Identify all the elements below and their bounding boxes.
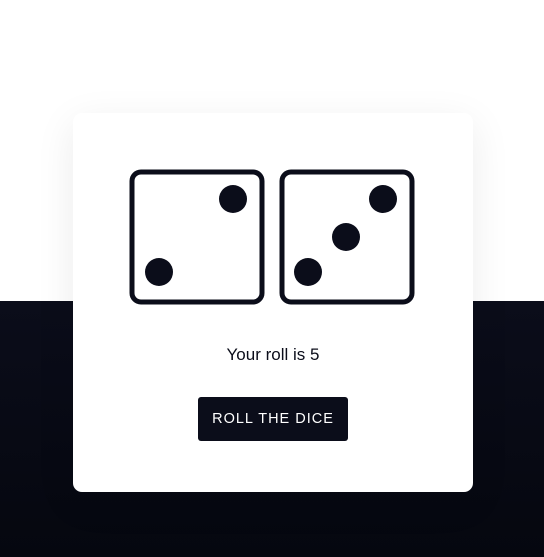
die-left-pip-bottom-left <box>145 258 173 286</box>
roll-result-text: Your roll is 5 <box>73 345 473 365</box>
die-left-pip-top-right <box>219 185 247 213</box>
die-left-face <box>129 169 265 305</box>
die-left <box>129 169 265 305</box>
roll-result-total: 5 <box>310 345 320 364</box>
die-right-pip-bottom-left <box>294 258 322 286</box>
die-right <box>279 169 415 305</box>
die-right-pip-center <box>332 223 360 251</box>
roll-result-prefix: Your roll is <box>226 345 306 364</box>
die-right-face <box>279 169 415 305</box>
dice-row <box>129 169 417 305</box>
die-right-pip-top-right <box>369 185 397 213</box>
dice-card: Your roll is 5 ROLL THE DICE <box>73 113 473 492</box>
roll-dice-button[interactable]: ROLL THE DICE <box>198 397 348 441</box>
